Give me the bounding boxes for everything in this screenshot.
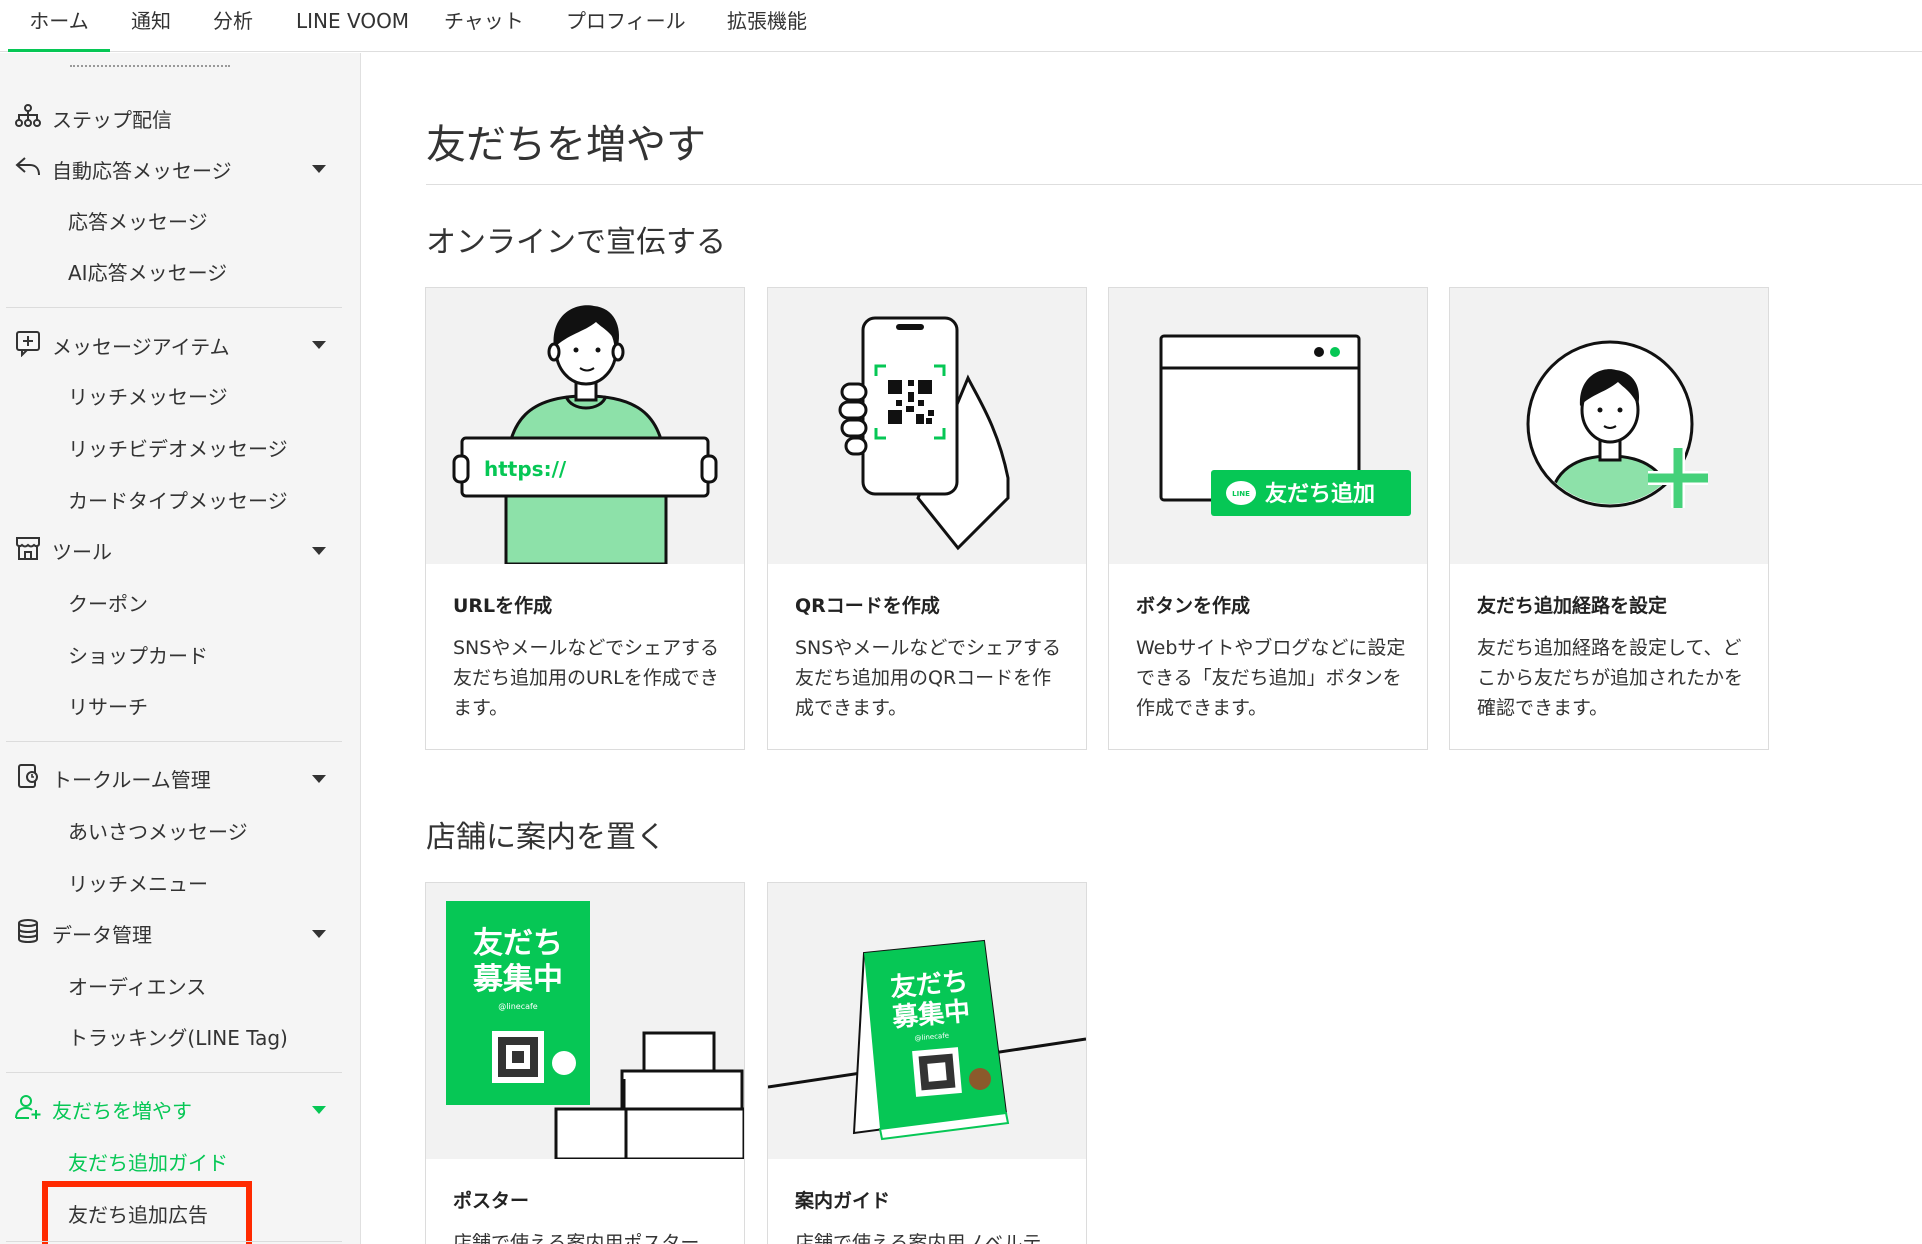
sidebar-subitem-greeting-message[interactable]: あいさつメッセージ [68, 816, 248, 845]
sidebar-subitem-tracking[interactable]: トラッキング(LINE Tag) [68, 1022, 288, 1051]
divider [6, 307, 342, 308]
sidebar-subitem-rich-video-message[interactable]: リッチビデオメッセージ [68, 433, 288, 462]
sidebar-subitem-rich-menu[interactable]: リッチメニュー [68, 868, 208, 897]
route-illustration [1450, 288, 1768, 564]
card-create-button[interactable]: LINE 友だち追加 ボタンを作成 Webサイトやブログなどに設定できる「友だち… [1108, 287, 1428, 750]
sidebar-subitem-friend-add-ads[interactable]: 友だち追加広告 [68, 1199, 208, 1228]
sidebar-subitem-coupon[interactable]: クーポン [68, 588, 148, 617]
sidebar-item-label: ツール [52, 540, 112, 564]
card-description: 友だち追加経路を設定して、どこから友だちが追加されたかを確認できます。 [1477, 637, 1744, 719]
card-guide[interactable]: 友だち 募集中 @linecafe 案内ガイド 店舗で使える案内用ノベルテ [767, 882, 1087, 1244]
card-poster[interactable]: 友だち 募集中 @linecafe ポスター 店舗で使える案内用ポスター [425, 882, 745, 1244]
sidebar-subitem-research[interactable]: リサーチ [68, 691, 148, 720]
chevron-down-icon[interactable] [312, 547, 326, 555]
sidebar-item-label: 自動応答メッセージ [52, 159, 232, 183]
add-friend-button-text: 友だち追加 [1265, 481, 1375, 507]
top-navigation: ホーム 通知 分析 LINE VOOM チャット プロフィール 拡張機能 [0, 0, 1922, 52]
sidebar-item-label: ステップ配信 [52, 108, 172, 132]
tab-line-voom[interactable]: LINE VOOM [296, 0, 409, 52]
tab-chat[interactable]: チャット [444, 0, 524, 52]
card-title: QRコードを作成 [795, 595, 940, 617]
chevron-down-icon[interactable] [312, 1106, 326, 1114]
divider [6, 1072, 342, 1073]
card-title: ボタンを作成 [1136, 595, 1251, 617]
card-set-add-route[interactable]: 友だち追加経路を設定 友だち追加経路を設定して、どこから友だちが追加されたかを確… [1449, 287, 1769, 750]
title-divider [426, 184, 1922, 185]
chevron-down-icon[interactable] [312, 341, 326, 349]
poster-illustration: 友だち 募集中 @linecafe [426, 883, 744, 1159]
tab-extensions[interactable]: 拡張機能 [727, 0, 807, 52]
sidebar-subitem-ai-response-message[interactable]: AI応答メッセージ [68, 257, 227, 286]
section-title-store: 店舗に案内を置く [426, 820, 666, 855]
tab-profile[interactable]: プロフィール [566, 0, 686, 52]
card-title: URLを作成 [453, 595, 553, 617]
database-icon [18, 919, 38, 944]
card-description: 店舗で使える案内用ポスター [453, 1232, 700, 1244]
sidebar-subitem-audience[interactable]: オーディエンス [68, 971, 206, 1000]
card-create-url[interactable]: https:// URLを作成 SNSやメールなどでシェアする友だち追加用のUR… [425, 287, 745, 750]
sidebar: ステップ配信 自動応答メッセージ 応答メッセージ AI応答メッセージ メッセージ… [0, 53, 361, 1244]
guide-illustration: 友だち 募集中 @linecafe [768, 883, 1086, 1159]
url-illustration: https:// [426, 288, 744, 564]
reply-icon [15, 157, 40, 176]
flow-icon [15, 104, 41, 127]
add-user-icon [15, 1095, 41, 1119]
sidebar-subitem-rich-message[interactable]: リッチメッセージ [68, 381, 228, 410]
poster-line1: 友だち [473, 926, 563, 961]
chevron-down-icon[interactable] [312, 775, 326, 783]
tab-analytics[interactable]: 分析 [213, 0, 253, 52]
card-description: Webサイトやブログなどに設定できる「友だち追加」ボタンを作成できます。 [1136, 637, 1406, 719]
store-icon [16, 537, 40, 560]
talkroom-icon [18, 764, 38, 788]
sidebar-item-label: トークルーム管理 [52, 768, 211, 792]
sidebar-cutoff-item [70, 65, 230, 69]
card-description: SNSやメールなどでシェアする友だち追加用のQRコードを作成できます。 [795, 637, 1061, 719]
chevron-down-icon[interactable] [312, 165, 326, 173]
tab-home[interactable]: ホーム [8, 0, 110, 52]
sidebar-item-label: メッセージアイテム [52, 335, 230, 359]
tab-notifications[interactable]: 通知 [131, 0, 171, 52]
page-title: 友だちを増やす [426, 122, 706, 168]
sidebar-item-label: データ管理 [52, 923, 152, 947]
qr-illustration [768, 288, 1086, 564]
chevron-down-icon[interactable] [312, 930, 326, 938]
section-title-online: オンラインで宣伝する [426, 225, 726, 260]
line-logo-text: LINE [1232, 490, 1250, 498]
poster-handle: @linecafe [498, 1002, 538, 1011]
card-description: 店舗で使える案内用ノベルテ [795, 1232, 1042, 1244]
banner-url-text: https:// [484, 457, 567, 481]
message-plus-icon [16, 331, 40, 357]
card-description: SNSやメールなどでシェアする友だち追加用のURLを作成できます。 [453, 637, 719, 719]
button-illustration: LINE 友だち追加 [1109, 288, 1427, 564]
sidebar-item-label: 友だちを増やす [52, 1099, 192, 1123]
sidebar-subitem-shop-card[interactable]: ショップカード [68, 640, 208, 669]
sidebar-subitem-friend-add-guide[interactable]: 友だち追加ガイド [68, 1147, 228, 1176]
card-title: ポスター [453, 1190, 530, 1212]
card-title: 友だち追加経路を設定 [1477, 595, 1668, 617]
card-title: 案内ガイド [795, 1190, 891, 1212]
card-create-qr[interactable]: QRコードを作成 SNSやメールなどでシェアする友だち追加用のQRコードを作成で… [767, 287, 1087, 750]
sidebar-subitem-card-type-message[interactable]: カードタイプメッセージ [68, 485, 288, 514]
divider [6, 741, 342, 742]
poster-line2: 募集中 [472, 962, 563, 997]
sidebar-subitem-response-message[interactable]: 応答メッセージ [68, 206, 208, 235]
divider [6, 1241, 342, 1242]
